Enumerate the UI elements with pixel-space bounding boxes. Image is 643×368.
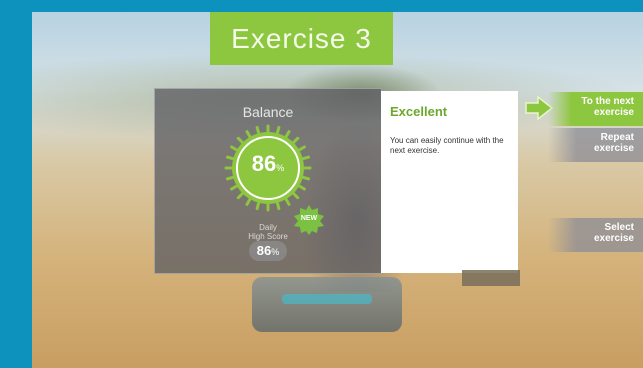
new-badge-label: NEW (300, 215, 318, 222)
score-number: 86 (251, 151, 277, 176)
next-exercise-button[interactable]: To the next exercise (548, 92, 643, 126)
score-value: 86% (224, 151, 312, 177)
frame-left-border (0, 0, 32, 368)
exercise-title: Exercise 3 (231, 22, 372, 54)
platform-rail (282, 294, 372, 304)
high-score-unit: % (271, 247, 280, 257)
frame-top-border (0, 0, 643, 12)
message-card-tail (462, 270, 520, 286)
metric-label: Balance (242, 104, 294, 120)
repeat-exercise-label-line1: Repeat (600, 132, 634, 143)
message-body: You can easily continue with the next ex… (390, 136, 504, 155)
high-score-label-line2: High Score (248, 232, 288, 241)
high-score-value: 86% (249, 241, 287, 261)
title-banner: Exercise 3 (210, 12, 393, 65)
next-exercise-label-line2: exercise (593, 107, 634, 118)
message-card: Excellent You can easily continue with t… (381, 91, 518, 273)
next-exercise-label-line1: To the next (581, 96, 634, 107)
message-title: Excellent (390, 104, 448, 119)
select-exercise-label-line1: Select (604, 222, 634, 233)
high-score-label-line1: Daily (259, 223, 277, 232)
result-panel: Balance 86% Daily High Score NEW 86% (154, 88, 382, 274)
select-exercise-label-line2: exercise (593, 233, 634, 244)
repeat-exercise-label-line2: exercise (593, 143, 634, 154)
high-score-number: 86 (256, 243, 272, 258)
high-score-label: Daily High Score (246, 223, 290, 241)
repeat-exercise-button[interactable]: Repeat exercise (548, 128, 643, 162)
balance-platform (252, 277, 402, 332)
score-unit: % (276, 163, 285, 173)
select-exercise-button[interactable]: Select exercise (548, 218, 643, 252)
